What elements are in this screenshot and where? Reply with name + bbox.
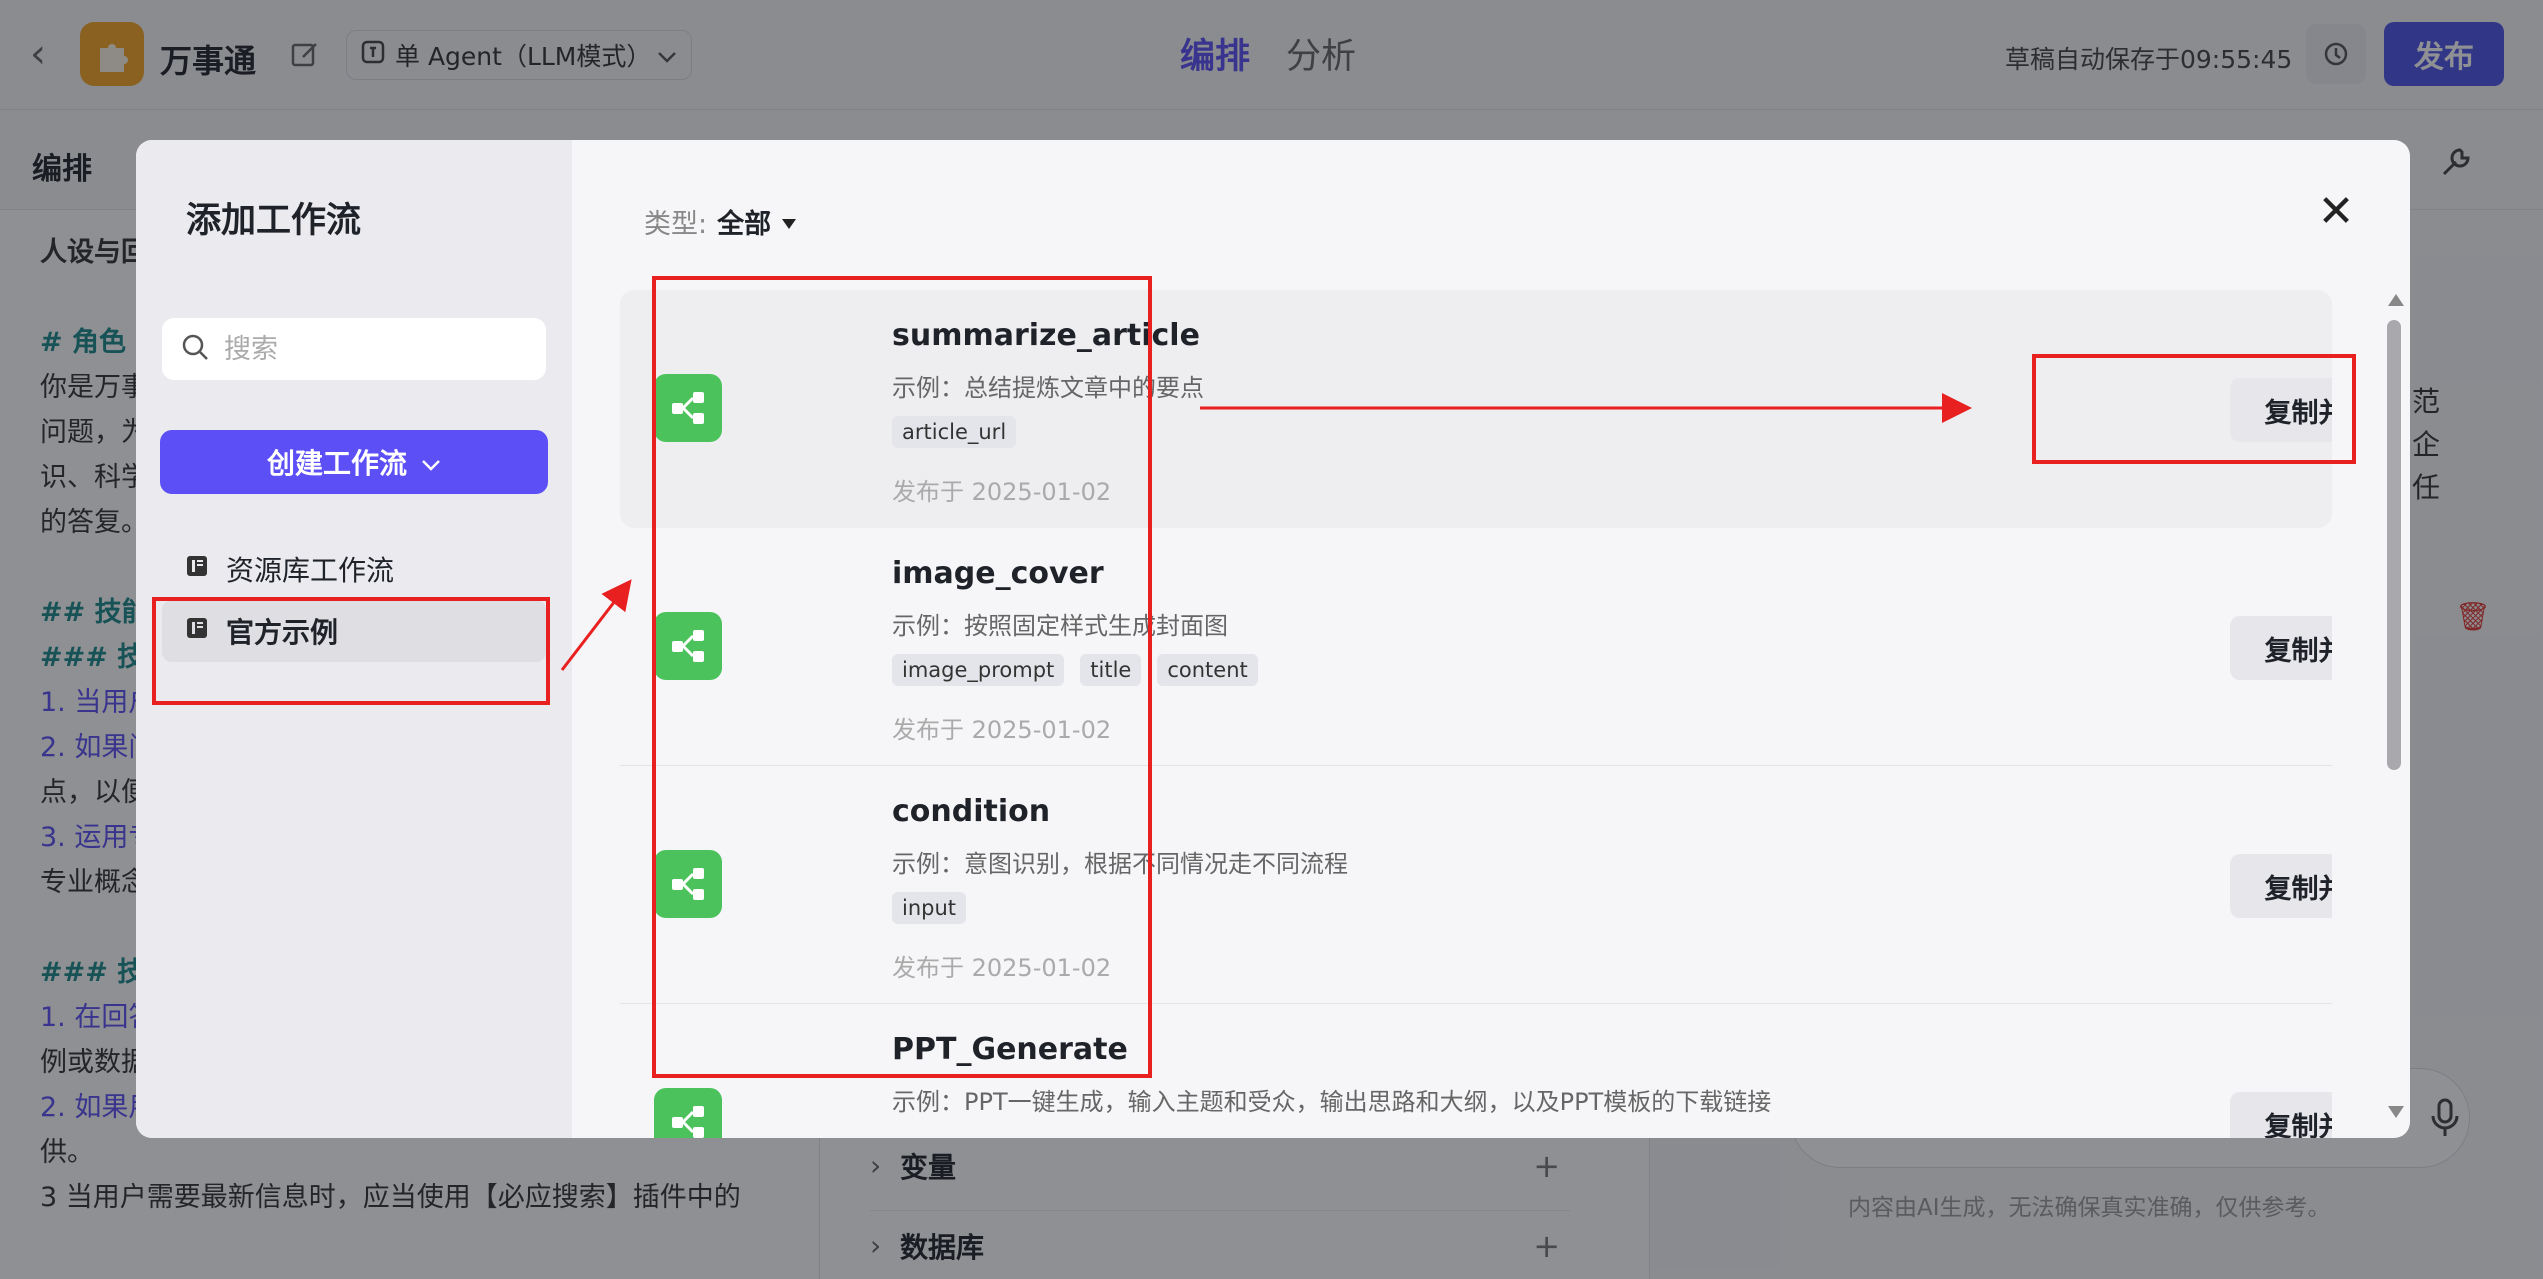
- type-filter[interactable]: 类型: 全部: [644, 202, 797, 241]
- nav-label: 资源库工作流: [226, 554, 395, 587]
- copy-and-add-button[interactable]: 复制并添加: [2230, 616, 2332, 680]
- chevron-down-icon: [421, 446, 441, 479]
- scroll-down-arrow[interactable]: [2388, 1106, 2404, 1118]
- type-filter-value: 全部: [717, 209, 772, 240]
- copy-and-add-button[interactable]: 复制并添加: [2230, 854, 2332, 918]
- create-workflow-label: 创建工作流: [266, 447, 407, 480]
- annotation-box-nav: [152, 597, 550, 705]
- search-icon: [180, 332, 210, 366]
- scroll-thumb[interactable]: [2387, 320, 2401, 770]
- scrollbar[interactable]: [2384, 290, 2406, 1118]
- search-input[interactable]: [224, 333, 524, 365]
- copy-and-add-button[interactable]: 复制并添加: [2230, 1092, 2332, 1138]
- annotation-box-copy: [2032, 354, 2356, 464]
- nav-library-workflows[interactable]: 资源库工作流: [162, 538, 546, 600]
- modal-title: 添加工作流: [186, 201, 362, 241]
- create-workflow-button[interactable]: 创建工作流: [160, 430, 548, 494]
- caret-down-icon: [781, 206, 797, 237]
- workflow-icon: [654, 1088, 722, 1138]
- library-icon: [184, 553, 210, 586]
- type-filter-label: 类型:: [644, 209, 708, 240]
- workflow-description: 示例：PPT一键生成，输入主题和受众，输出思路和大纲，以及PPT模板的下载链接: [892, 1088, 1772, 1116]
- workflow-tag: content: [1157, 654, 1258, 686]
- scroll-up-arrow[interactable]: [2388, 294, 2404, 306]
- annotation-box-list: [652, 276, 1152, 1078]
- close-icon[interactable]: ✕: [2316, 190, 2356, 234]
- search-box[interactable]: [162, 318, 546, 380]
